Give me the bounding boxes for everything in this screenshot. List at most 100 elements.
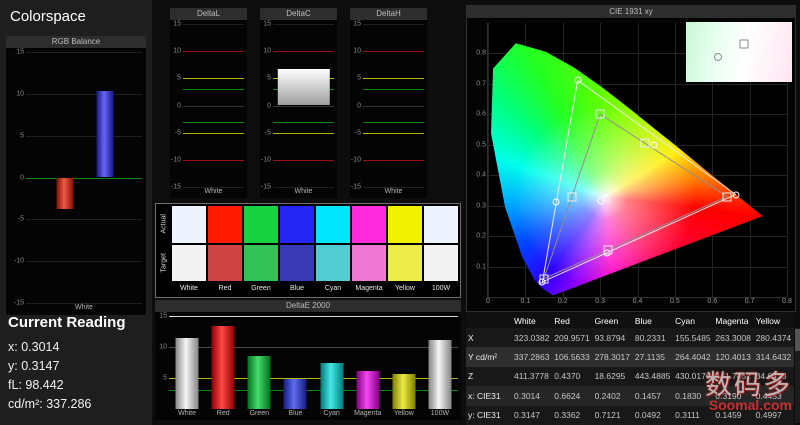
delta-chart-deltac: DeltaC 15 10 5 0 -5 -10 -15 White (260, 8, 337, 198)
table-cell: 263.3008 (713, 328, 754, 348)
current-reading-panel: Current Reading x: 0.3014 y: 0.3147 fL: 98… (8, 314, 150, 414)
x-category-label: Red (216, 410, 230, 417)
table-cell: 0.2402 (592, 386, 633, 406)
reference-line (183, 121, 244, 123)
deltae-chart: DeltaE 2000 15 10 5 White Red Green Blue Cyan Ma… (155, 300, 461, 420)
rgb-balance-body: 15 10 5 0 -5 -10 -15 White (6, 49, 146, 315)
swatch-column-label: Red (218, 285, 232, 292)
y-tick-label: -5 (354, 129, 361, 137)
delta-chart-body: 15 10 5 0 -5 -10 -15 White (350, 21, 427, 198)
x-tick-label: 0.6 (707, 298, 718, 305)
reference-line (183, 132, 244, 134)
cie-body: 0 0.1 0.2 0.3 0.4 0.5 0.6 0.7 0.8 0.1 0.2 0.3 0.4 0.5… (467, 19, 795, 311)
x-category-label: White (178, 410, 197, 417)
table-row-label: y: CIE31 (466, 405, 512, 425)
x-tick-label: 0.4 (632, 298, 643, 305)
x-category-label: Yellow (393, 410, 414, 417)
cie-chart: CIE 1931 xy 0 0.1 0.2 0.3 0.4 0.5 0.6 0.7 0.8 0.1… (466, 5, 796, 312)
y-tick-label: 10 (159, 343, 167, 351)
y-tick-label: 15 (353, 20, 361, 28)
gridline (183, 24, 244, 25)
table-cell: 0.3147 (512, 405, 553, 425)
delta-chart-title: DeltaC (260, 8, 337, 21)
y-tick-label: 15 (263, 20, 271, 28)
reference-line (183, 78, 244, 80)
table-col-header: White (512, 313, 553, 328)
table-scrollbar-thumb[interactable] (795, 329, 800, 351)
reference-line (183, 51, 244, 53)
table-cell: 27.1135 (632, 347, 674, 367)
gridline (363, 24, 424, 25)
y-tick-label: 10 (263, 47, 271, 55)
reading-line: cd/m²: 337.286 (8, 395, 150, 414)
reading-label: x: (8, 340, 22, 354)
y-tick-label: 15 (16, 48, 24, 56)
y-tick-label: -15 (260, 183, 271, 191)
y-tick-label: -10 (170, 156, 181, 164)
inset-target-marker (739, 39, 749, 49)
table-row-label: X (466, 328, 512, 348)
y-tick-label: 0.6 (476, 110, 486, 118)
reference-line (363, 51, 424, 53)
reference-line (273, 51, 334, 53)
swatch-corner (158, 283, 170, 295)
gridline (273, 24, 334, 25)
delta-chart-title: DeltaH (350, 8, 427, 21)
swatch-row-label-actual: Actual (160, 214, 168, 234)
y-tick-label: 15 (173, 20, 181, 28)
deltae-bar-magenta (356, 371, 380, 409)
swatch-column-label: 100W (431, 285, 451, 292)
cie-measured-marker-blue (538, 278, 546, 286)
y-tick-label: 5 (177, 74, 181, 82)
rgb-balance-bar-blue (96, 91, 114, 178)
swatch-column-label: White (180, 285, 198, 292)
reading-value: 337.286 (46, 397, 92, 411)
y-tick-label: 0.8 (476, 49, 486, 57)
x-category-label: White (75, 304, 93, 311)
swatch-actual-red (208, 206, 242, 243)
y-tick-label: 0.7 (476, 80, 486, 88)
swatch-column-label: Cyan (324, 285, 342, 292)
gridline (26, 93, 142, 95)
cie-target-marker-cyan (567, 192, 577, 202)
reference-line (183, 89, 244, 91)
delta-chart-body: 15 10 5 0 -5 -10 -15 White (260, 21, 337, 198)
y-tick-label: 0.5 (476, 141, 486, 149)
deltae-body: 15 10 5 White Red Green Blue Cyan Magenta Yellow 1… (155, 313, 461, 420)
y-tick-label: -15 (13, 299, 24, 307)
color-comparison-table: Actual Target White Red Green Blue Cyan Magenta… (155, 203, 461, 298)
swatch-target-white (172, 244, 206, 281)
deltae-bar-white (175, 338, 199, 409)
y-tick-label: -10 (13, 257, 24, 265)
delta-chart-title: DeltaL (170, 8, 247, 21)
y-tick-label: 0.2 (476, 232, 486, 240)
cie-whitepoint-inset (686, 22, 792, 82)
table-col-header: Green (592, 313, 633, 328)
swatch-column-label: Magenta (355, 285, 383, 292)
table-cell: 209.9571 (552, 328, 593, 348)
table-row-label: Y cd/m² (466, 347, 512, 367)
table-cell: 264.4042 (673, 347, 714, 367)
table-scrollbar[interactable] (795, 328, 800, 423)
delta-1-bar-value (277, 68, 330, 106)
table-cell: 411.3778 (512, 366, 553, 387)
cie-measured-marker-red (732, 191, 740, 199)
x-tick-label: 0.2 (557, 298, 568, 305)
reference-line (26, 177, 142, 179)
gridline (183, 105, 244, 107)
delta-chart-body: 15 10 5 0 -5 -10 -15 White (170, 21, 247, 198)
table-cell: 337.2863 (512, 347, 553, 367)
table-cell: 0.3362 (552, 405, 593, 425)
reference-line (363, 121, 424, 123)
swatch-target-yellow (388, 244, 422, 281)
gridline (26, 261, 142, 263)
swatch-target-blue (280, 244, 314, 281)
table-cell: 0.3014 (512, 386, 553, 406)
cie-measured-triangle (542, 80, 735, 282)
y-tick-label: -5 (17, 215, 24, 223)
page-title: Colorspace (10, 8, 86, 25)
swatch-target-cyan (316, 244, 350, 281)
table-cell: 80.2331 (632, 328, 674, 348)
y-tick-label: 10 (16, 90, 24, 98)
table-cell: 0.7121 (592, 405, 633, 425)
